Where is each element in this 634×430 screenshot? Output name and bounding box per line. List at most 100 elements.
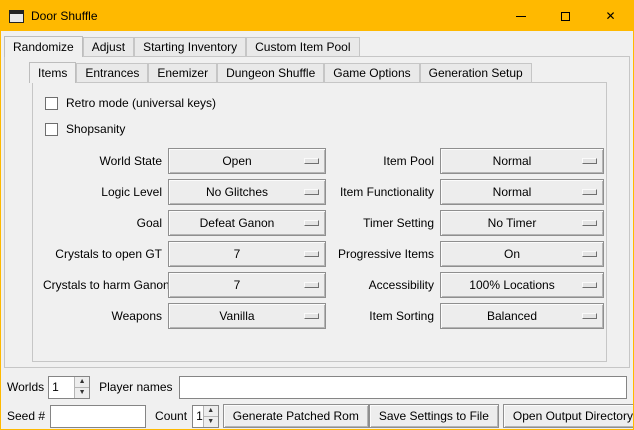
down-arrow-icon[interactable]: ▼ <box>204 416 218 427</box>
up-arrow-icon[interactable]: ▲ <box>204 406 218 416</box>
main-tab-bar: Randomize Adjust Starting Inventory Cust… <box>4 35 633 56</box>
worlds-spinner[interactable]: 1 ▲ ▼ <box>48 376 90 399</box>
window-title: Door Shuffle <box>31 9 98 23</box>
accessibility-label: Accessibility <box>332 272 434 298</box>
player-names-label: Player names <box>99 380 172 394</box>
up-arrow-icon[interactable]: ▲ <box>75 377 89 387</box>
dropdown-indicator-icon <box>304 313 319 319</box>
crystals-harm-ganon-label: Crystals to harm Ganon <box>43 272 162 298</box>
close-icon: ✕ <box>605 10 615 22</box>
tab-dungeon-shuffle[interactable]: Dungeon Shuffle <box>217 63 324 82</box>
timer-setting-dropdown[interactable]: No Timer <box>440 210 604 236</box>
seed-input[interactable] <box>50 405 146 428</box>
multiworld-row: Worlds 1 ▲ ▼ Player names <box>7 375 627 399</box>
logic-level-label: Logic Level <box>43 179 162 205</box>
item-pool-label: Item Pool <box>332 148 434 174</box>
accessibility-value: 100% Locations <box>469 278 574 292</box>
window-controls: ✕ <box>498 1 633 31</box>
seed-label: Seed # <box>7 409 45 423</box>
retro-mode-label: Retro mode (universal keys) <box>66 96 216 110</box>
tab-entrances[interactable]: Entrances <box>76 63 148 82</box>
weapons-dropdown[interactable]: Vanilla <box>168 303 326 329</box>
dropdown-indicator-icon <box>582 158 597 164</box>
tab-custom-item-pool[interactable]: Custom Item Pool <box>246 37 359 56</box>
tab-generation-setup[interactable]: Generation Setup <box>420 63 532 82</box>
crystals-open-gt-label: Crystals to open GT <box>43 241 162 267</box>
tab-starting-inventory[interactable]: Starting Inventory <box>134 37 246 56</box>
dropdown-indicator-icon <box>582 189 597 195</box>
items-panel: Retro mode (universal keys) Shopsanity W… <box>32 82 607 362</box>
tab-adjust[interactable]: Adjust <box>83 37 134 56</box>
goal-value: Defeat Ganon <box>200 216 295 230</box>
progressive-items-dropdown[interactable]: On <box>440 241 604 267</box>
maximize-icon <box>561 12 570 21</box>
item-sorting-label: Item Sorting <box>332 303 434 329</box>
down-arrow-icon[interactable]: ▼ <box>75 387 89 398</box>
tab-items[interactable]: Items <box>29 62 76 83</box>
dropdown-indicator-icon <box>582 282 597 288</box>
progressive-items-value: On <box>504 247 540 261</box>
crystals-open-gt-value: 7 <box>234 247 261 261</box>
open-output-directory-button[interactable]: Open Output Directory <box>503 404 634 428</box>
generate-row: Seed # Count 1 ▲ ▼ Generate Patched Rom … <box>7 404 627 428</box>
options-grid: World State Open Item Pool Normal Logic … <box>43 148 606 329</box>
world-state-dropdown[interactable]: Open <box>168 148 326 174</box>
tab-enemizer[interactable]: Enemizer <box>148 63 217 82</box>
worlds-label: Worlds <box>7 380 44 394</box>
retro-mode-row: Retro mode (universal keys) <box>43 90 606 116</box>
item-pool-value: Normal <box>493 154 552 168</box>
timer-setting-label: Timer Setting <box>332 210 434 236</box>
maximize-button[interactable] <box>543 1 588 31</box>
minimize-button[interactable] <box>498 1 543 31</box>
goal-label: Goal <box>43 210 162 236</box>
dropdown-indicator-icon <box>304 189 319 195</box>
tab-game-options[interactable]: Game Options <box>324 63 419 82</box>
shopsanity-row: Shopsanity <box>43 116 606 142</box>
player-names-input[interactable] <box>179 376 628 399</box>
dropdown-indicator-icon <box>582 313 597 319</box>
dropdown-indicator-icon <box>304 158 319 164</box>
logic-level-value: No Glitches <box>206 185 288 199</box>
worlds-value: 1 <box>49 377 74 398</box>
sub-tab-bar: Items Entrances Enemizer Dungeon Shuffle… <box>29 62 629 82</box>
minimize-icon <box>516 16 526 17</box>
save-settings-button[interactable]: Save Settings to File <box>369 404 499 428</box>
count-spinner[interactable]: 1 ▲ ▼ <box>192 405 219 428</box>
count-spinner-arrows: ▲ ▼ <box>203 406 218 427</box>
titlebar[interactable]: Door Shuffle ✕ <box>1 1 633 31</box>
item-functionality-label: Item Functionality <box>332 179 434 205</box>
crystals-harm-ganon-dropdown[interactable]: 7 <box>168 272 326 298</box>
dropdown-indicator-icon <box>304 282 319 288</box>
count-label: Count <box>155 409 187 423</box>
crystals-harm-ganon-value: 7 <box>234 278 261 292</box>
goal-dropdown[interactable]: Defeat Ganon <box>168 210 326 236</box>
shopsanity-checkbox[interactable] <box>45 123 58 136</box>
close-button[interactable]: ✕ <box>588 1 633 31</box>
shopsanity-label: Shopsanity <box>66 122 125 136</box>
dropdown-indicator-icon <box>304 220 319 226</box>
weapons-label: Weapons <box>43 303 162 329</box>
item-sorting-dropdown[interactable]: Balanced <box>440 303 604 329</box>
generate-patched-rom-button[interactable]: Generate Patched Rom <box>223 404 369 428</box>
window-body: Randomize Adjust Starting Inventory Cust… <box>1 31 633 429</box>
item-pool-dropdown[interactable]: Normal <box>440 148 604 174</box>
dropdown-indicator-icon <box>304 251 319 257</box>
randomize-panel: Items Entrances Enemizer Dungeon Shuffle… <box>4 56 630 368</box>
door-shuffle-window: Door Shuffle ✕ Randomize Adjust Starting… <box>0 0 634 430</box>
app-icon <box>9 10 24 23</box>
accessibility-dropdown[interactable]: 100% Locations <box>440 272 604 298</box>
retro-mode-checkbox[interactable] <box>45 97 58 110</box>
world-state-label: World State <box>43 148 162 174</box>
world-state-value: Open <box>222 154 271 168</box>
crystals-open-gt-dropdown[interactable]: 7 <box>168 241 326 267</box>
item-functionality-dropdown[interactable]: Normal <box>440 179 604 205</box>
bottom-controls: Worlds 1 ▲ ▼ Player names Seed # Count 1 <box>7 375 627 428</box>
logic-level-dropdown[interactable]: No Glitches <box>168 179 326 205</box>
dropdown-indicator-icon <box>582 251 597 257</box>
count-value: 1 <box>193 406 203 427</box>
item-sorting-value: Balanced <box>487 309 557 323</box>
worlds-spinner-arrows: ▲ ▼ <box>74 377 89 398</box>
item-functionality-value: Normal <box>493 185 552 199</box>
tab-randomize[interactable]: Randomize <box>4 36 83 57</box>
progressive-items-label: Progressive Items <box>332 241 434 267</box>
